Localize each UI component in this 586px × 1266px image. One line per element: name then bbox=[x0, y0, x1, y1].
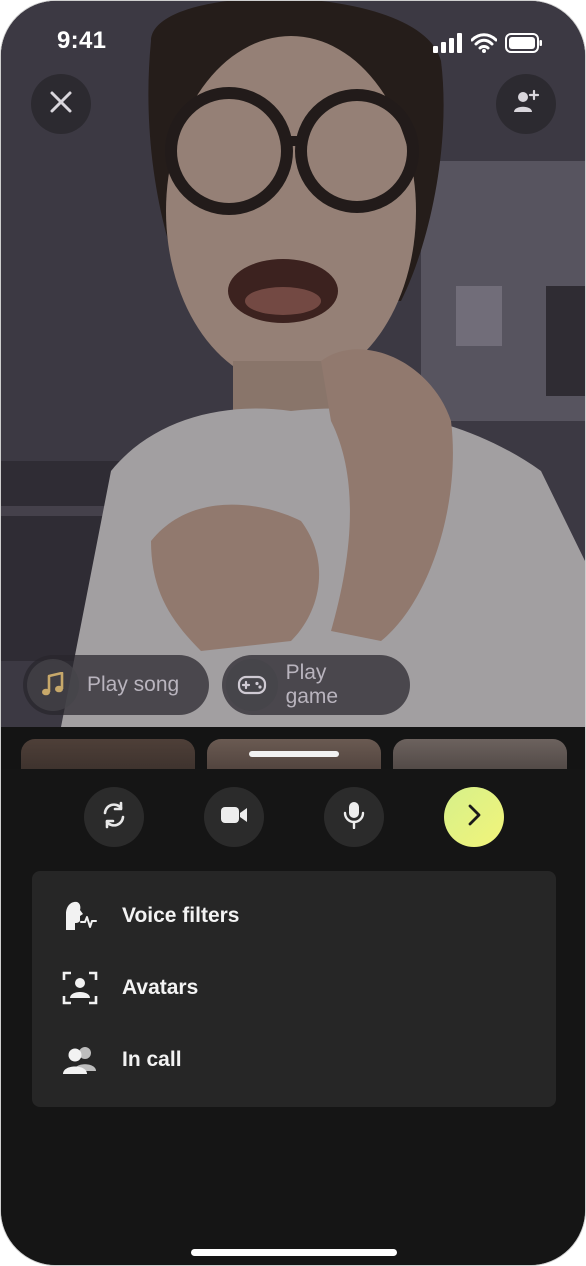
menu-item-avatars[interactable]: Avatars bbox=[32, 952, 556, 1024]
more-options-button[interactable] bbox=[444, 787, 504, 847]
cellular-signal-icon bbox=[433, 33, 463, 58]
gamepad-icon bbox=[226, 659, 278, 711]
chevron-right-icon bbox=[466, 803, 482, 832]
play-song-label: Play song bbox=[87, 673, 180, 696]
status-time: 9:41 bbox=[57, 27, 107, 54]
flip-camera-button[interactable] bbox=[84, 787, 144, 847]
microphone-toggle-button[interactable] bbox=[324, 787, 384, 847]
play-game-button[interactable]: Play game bbox=[222, 655, 410, 715]
participant-thumbnail[interactable] bbox=[21, 739, 195, 769]
close-call-button[interactable] bbox=[31, 74, 91, 134]
status-icons bbox=[433, 33, 543, 58]
home-indicator bbox=[191, 1249, 397, 1256]
menu-item-in-call[interactable]: In call bbox=[32, 1024, 556, 1096]
menu-item-label: Avatars bbox=[122, 976, 199, 999]
play-song-button[interactable]: Play song bbox=[23, 655, 209, 715]
phone-frame: 9:41 Play song Play game Voice filters A… bbox=[0, 0, 586, 1266]
close-icon bbox=[49, 90, 73, 119]
menu-item-label: In call bbox=[122, 1048, 182, 1071]
person-add-icon bbox=[511, 87, 541, 122]
microphone-icon bbox=[343, 801, 365, 834]
add-participant-button[interactable] bbox=[496, 74, 556, 134]
voice-filter-icon bbox=[60, 896, 100, 936]
effects-menu: Voice filters Avatars In call bbox=[32, 871, 556, 1107]
play-game-label: Play game bbox=[285, 661, 339, 708]
flip-camera-icon bbox=[100, 801, 128, 834]
music-note-icon bbox=[27, 659, 79, 711]
battery-icon bbox=[505, 33, 543, 58]
menu-item-voice-filters[interactable]: Voice filters bbox=[32, 880, 556, 952]
menu-item-label: Voice filters bbox=[122, 904, 240, 927]
avatar-scan-icon bbox=[60, 968, 100, 1008]
call-controls-sheet: Voice filters Avatars In call bbox=[1, 769, 585, 1265]
camera-toggle-button[interactable] bbox=[204, 787, 264, 847]
wifi-icon bbox=[470, 33, 498, 58]
status-bar: 9:41 bbox=[1, 1, 585, 81]
people-icon bbox=[60, 1040, 100, 1080]
video-camera-icon bbox=[220, 805, 248, 830]
video-feed[interactable]: 9:41 Play song Play game bbox=[1, 1, 585, 727]
participant-thumbnails bbox=[1, 727, 585, 769]
participant-thumbnail[interactable] bbox=[393, 739, 567, 769]
sheet-drag-handle[interactable] bbox=[249, 751, 339, 757]
